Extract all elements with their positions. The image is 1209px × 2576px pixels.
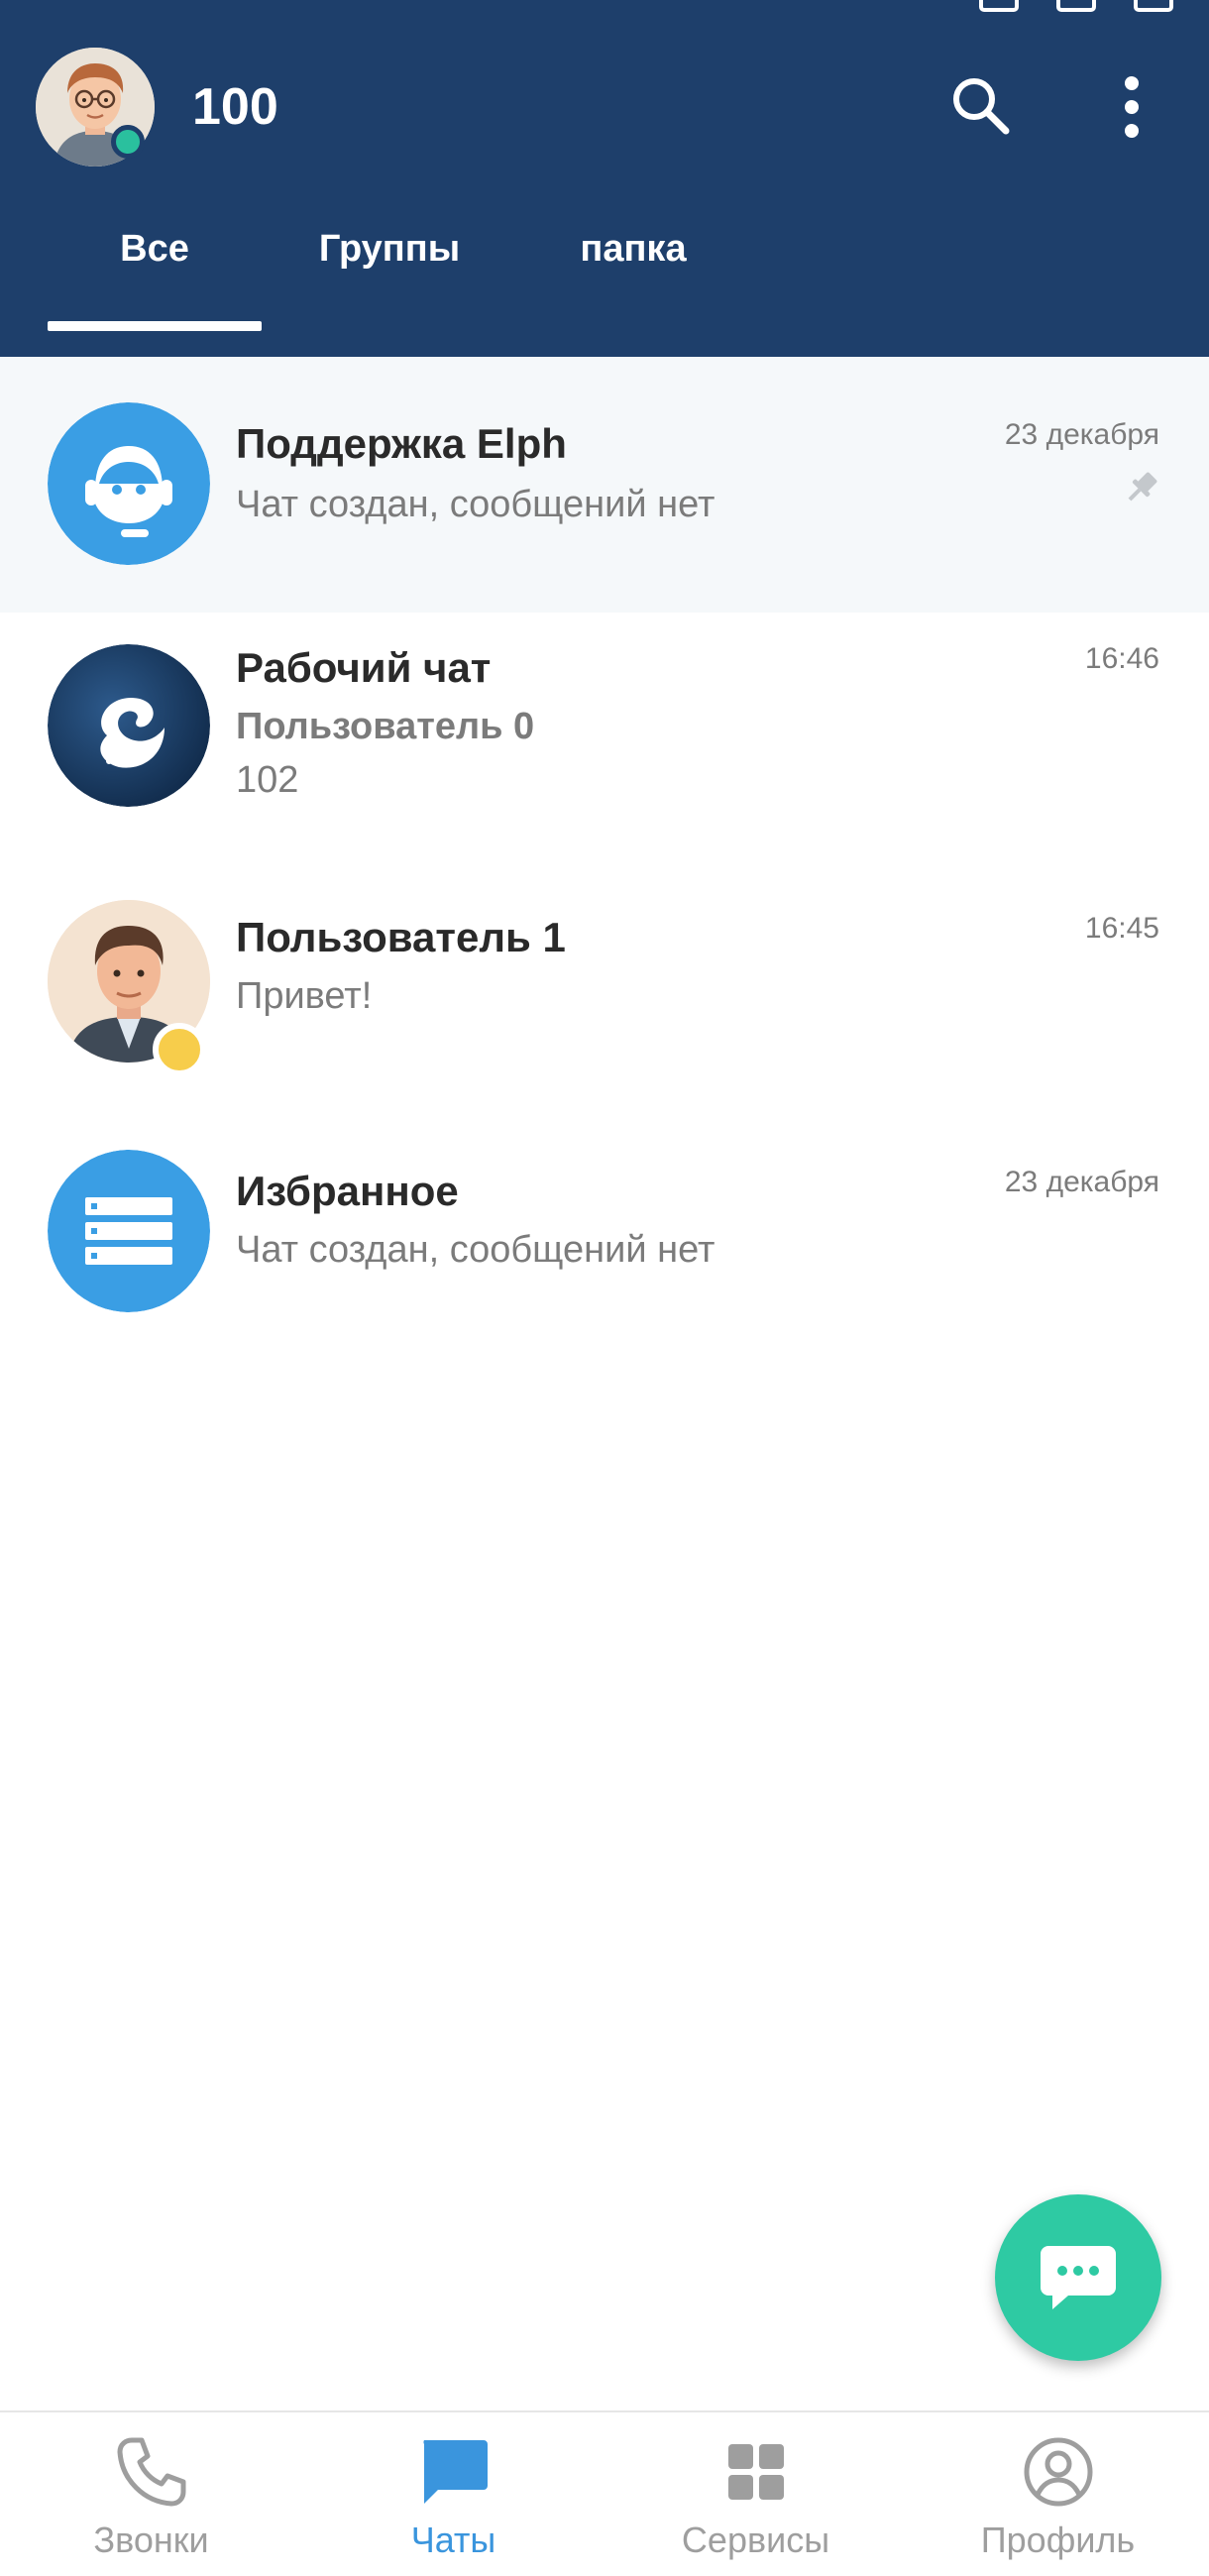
nav-calls[interactable]: Звонки <box>0 2412 302 2576</box>
chat-filter-tabs: Все Группы папка <box>0 228 1209 357</box>
chat-time: 23 декабря <box>1004 1166 1159 1198</box>
status-icons <box>979 0 1173 12</box>
chat-item-favorites[interactable]: Избранное Чат создан, сообщений нет 23 д… <box>0 1150 1209 1405</box>
chat-name: Пользователь 1 <box>236 914 566 960</box>
chat-name: Избранное <box>236 1168 459 1214</box>
new-chat-button[interactable] <box>995 2194 1161 2361</box>
list-icon <box>48 1150 210 1312</box>
nav-label: Звонки <box>93 2520 209 2560</box>
bottom-navigation: Звонки Чаты Сервисы Профиль <box>0 2410 1209 2576</box>
chat-preview: Чат создан, сообщений нет <box>236 1229 715 1271</box>
chat-time: 23 декабря <box>1004 418 1159 451</box>
nav-label: Чаты <box>410 2520 496 2560</box>
more-options-icon[interactable] <box>1100 75 1163 139</box>
chat-time: 16:46 <box>1084 642 1159 675</box>
chat-item-user1[interactable]: Пользователь 1 Привет! 16:45 <box>0 894 1209 1150</box>
phone-icon <box>117 2437 185 2507</box>
chat-preview: 102 <box>236 759 299 801</box>
tab-all[interactable]: Все <box>48 228 262 307</box>
nav-services[interactable]: Сервисы <box>604 2412 907 2576</box>
chat-item-work[interactable]: Рабочий чат Пользователь 0 102 16:46 <box>0 613 1209 894</box>
chat-time: 16:45 <box>1084 912 1159 945</box>
chat-list: Поддержка Elph Чат создан, сообщений нет… <box>0 357 1209 1405</box>
nav-chats[interactable]: Чаты <box>302 2412 604 2576</box>
chat-item-support[interactable]: Поддержка Elph Чат создан, сообщений нет… <box>0 357 1209 613</box>
nav-label: Сервисы <box>681 2520 830 2560</box>
elph-logo <box>48 644 210 807</box>
profile-icon <box>1024 2437 1092 2507</box>
app-header: 100 Все Группы папка <box>0 0 1209 357</box>
search-icon[interactable] <box>946 71 1016 141</box>
nav-label: Профиль <box>980 2520 1136 2560</box>
headset-icon <box>48 402 210 565</box>
status-bar <box>0 0 1209 18</box>
pin-icon <box>1120 466 1163 509</box>
chat-preview: Чат создан, сообщений нет <box>236 484 715 525</box>
header-title: 100 <box>192 78 278 136</box>
tab-folder[interactable]: папка <box>555 228 712 307</box>
online-status-dot <box>111 125 145 159</box>
nav-profile[interactable]: Профиль <box>907 2412 1209 2576</box>
grid-icon <box>727 2444 784 2500</box>
chat-bubble-icon <box>1041 2246 1116 2309</box>
tab-groups[interactable]: Группы <box>297 228 482 307</box>
away-status-dot <box>153 1023 206 1076</box>
chat-icon <box>422 2440 488 2504</box>
chat-sender: Пользователь 0 <box>236 706 535 747</box>
chat-preview: Привет! <box>236 975 373 1017</box>
chat-name: Поддержка Elph <box>236 420 567 467</box>
chat-name: Рабочий чат <box>236 644 492 691</box>
active-tab-indicator <box>48 321 262 331</box>
